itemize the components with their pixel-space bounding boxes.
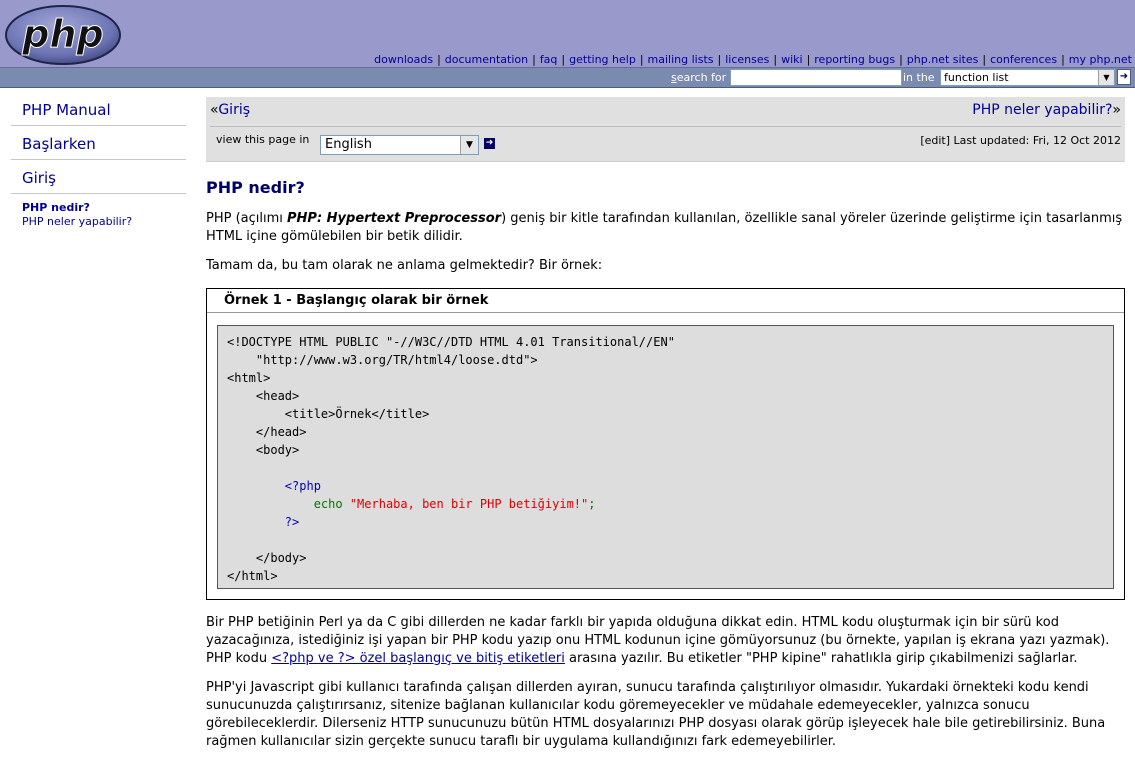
language-value: English xyxy=(325,137,372,152)
code-line: </body> xyxy=(227,551,307,565)
php-tags-link[interactable]: <?php ve ?> özel başlangıç ve bitiş etik… xyxy=(271,651,565,666)
sidebar-item-php-manual[interactable]: PHP Manual xyxy=(11,97,186,126)
nav-downloads[interactable]: downloads xyxy=(374,53,433,66)
code-block: <!DOCTYPE HTML PUBLIC "-//W3C//DTD HTML … xyxy=(217,325,1114,589)
search-scope-label: in the xyxy=(903,71,935,84)
language-go-arrow-icon[interactable]: ➜ xyxy=(484,138,495,149)
sidebar-item-baslarken[interactable]: Başlarken xyxy=(11,126,186,160)
nav-wiki[interactable]: wiki xyxy=(781,53,802,66)
nav-mailing-lists[interactable]: mailing lists xyxy=(648,53,714,66)
nav-my-php-net[interactable]: my php.net xyxy=(1069,53,1132,66)
nav-documentation[interactable]: documentation xyxy=(445,53,528,66)
code-line: ?> xyxy=(227,515,300,529)
example-intro-paragraph: Tamam da, bu tam olarak ne anlama gelmek… xyxy=(206,258,603,273)
top-nav: downloads | documentation | faq | getting help… xyxy=(374,53,1132,66)
example-title: Örnek 1 - Başlangıç olarak bir örnek xyxy=(207,289,1124,313)
nav-php-net-sites[interactable]: php.net sites xyxy=(907,53,979,66)
page-navigation: «Giriş PHP neler yapabilir?» view this p… xyxy=(206,97,1125,162)
divider xyxy=(210,126,1121,127)
nav-faq[interactable]: faq xyxy=(540,53,558,66)
code-line: <head> xyxy=(227,389,300,403)
prev-page-link[interactable]: «Giriş xyxy=(210,102,250,118)
code-line: echo "Merhaba, ben bir PHP betiğiyim!"; xyxy=(313,497,596,511)
nav-getting-help[interactable]: getting help xyxy=(569,53,636,66)
next-page-link[interactable]: PHP neler yapabilir?» xyxy=(972,102,1121,118)
code-line: <title>Örnek</title> xyxy=(227,407,430,421)
language-select[interactable]: English ▼ xyxy=(320,135,479,155)
chevron-down-icon[interactable]: ▼ xyxy=(1098,70,1114,85)
search-bar: search for in the function list ▼ ➜ xyxy=(0,67,1135,88)
code-line: </html> xyxy=(227,569,278,583)
nav-conferences[interactable]: conferences xyxy=(990,53,1057,66)
sidebar-item-giris[interactable]: Giriş xyxy=(11,160,186,194)
search-scope-value: function list xyxy=(944,71,1009,84)
chevron-down-icon[interactable]: ▼ xyxy=(460,136,478,154)
search-submit-arrow-icon[interactable]: ➜ xyxy=(1117,69,1131,85)
search-scope-select[interactable]: function list ▼ xyxy=(940,69,1115,86)
sidebar-subnav: PHP nedir? PHP neler yapabilir? xyxy=(11,194,186,229)
example-box: Örnek 1 - Başlangıç olarak bir örnek <!D… xyxy=(206,288,1125,600)
main-content: «Giriş PHP neler yapabilir?» view this p… xyxy=(206,97,1125,751)
edit-link[interactable]: [edit] xyxy=(920,134,950,147)
server-side-paragraph: PHP'yi Javascript gibi kullanıcı tarafın… xyxy=(206,680,1106,749)
view-page-label: view this page in xyxy=(216,133,310,146)
code-line: <html> xyxy=(227,371,271,385)
search-input[interactable] xyxy=(730,69,902,86)
explanation-paragraph: Bir PHP betiğinin Perl ya da C gibi dill… xyxy=(206,615,1110,666)
page-title: PHP nedir? xyxy=(206,178,305,197)
code-line: "http://www.w3.org/TR/html4/loose.dtd"> xyxy=(227,353,538,367)
intro-paragraph: PHP (açılımı PHP: Hypertext Preprocessor… xyxy=(206,211,1123,244)
search-label: search for xyxy=(671,71,727,84)
last-updated: [edit] Last updated: Fri, 12 Oct 2012 xyxy=(920,134,1121,147)
sidebar: PHP Manual Başlarken Giriş PHP nedir? PH… xyxy=(11,97,186,229)
nav-reporting-bugs[interactable]: reporting bugs xyxy=(814,53,895,66)
code-line: <body> xyxy=(227,443,300,457)
nav-licenses[interactable]: licenses xyxy=(725,53,769,66)
php-logo-text: php xyxy=(21,12,103,56)
code-line: <?php xyxy=(227,479,321,493)
sidebar-subitem-php-neler-yapabilir[interactable]: PHP neler yapabilir? xyxy=(22,215,186,229)
php-logo[interactable]: php xyxy=(4,4,122,66)
code-line: <!DOCTYPE HTML PUBLIC "-//W3C//DTD HTML … xyxy=(227,335,675,349)
site-header: php downloads | documentation | faq | getting … xyxy=(0,0,1135,67)
code-line: </head> xyxy=(227,425,307,439)
sidebar-subitem-php-nedir[interactable]: PHP nedir? xyxy=(22,201,186,215)
